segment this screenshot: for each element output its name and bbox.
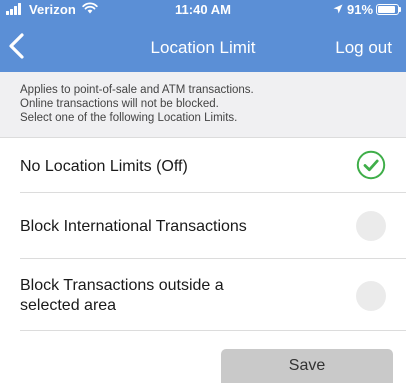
status-bar: Verizon 11:40 AM 91% [0,0,406,20]
battery-nub [399,7,401,12]
option-no-location-limits[interactable]: No Location Limits (Off) [20,138,406,193]
option-block-international[interactable]: Block International Transactions [20,193,406,259]
location-arrow-icon [333,4,343,14]
nav-bar: Location Limit Log out [0,24,406,70]
info-line-1: Applies to point-of-sale and ATM transac… [20,84,254,96]
option-label-line-2: selected area [20,297,117,314]
radio-unselected-icon[interactable] [356,211,386,241]
status-time: 11:40 AM [175,2,231,17]
option-label-line-1: Block Transactions outside a [20,277,224,294]
battery-fill [378,6,396,13]
header: Verizon 11:40 AM 91% Location Limit Log … [0,0,406,72]
info-line-2: Online transactions will not be blocked. [20,98,219,110]
info-box: Applies to point-of-sale and ATM transac… [0,72,406,138]
logout-button[interactable]: Log out [335,38,392,58]
option-label: Block International Transactions [20,218,247,235]
radio-unselected-icon[interactable] [356,281,386,311]
info-line-3: Select one of the following Location Lim… [20,112,238,124]
option-block-outside-area[interactable]: Block Transactions outside a selected ar… [20,259,406,331]
battery-percentage: 91% [347,2,374,17]
checkmark-circle-icon[interactable] [356,150,386,180]
save-button[interactable]: Save [221,349,393,383]
battery-icon [376,4,399,15]
option-label: No Location Limits (Off) [20,158,188,175]
location-limit-screen: Verizon 11:40 AM 91% Location Limit Log … [0,0,406,383]
